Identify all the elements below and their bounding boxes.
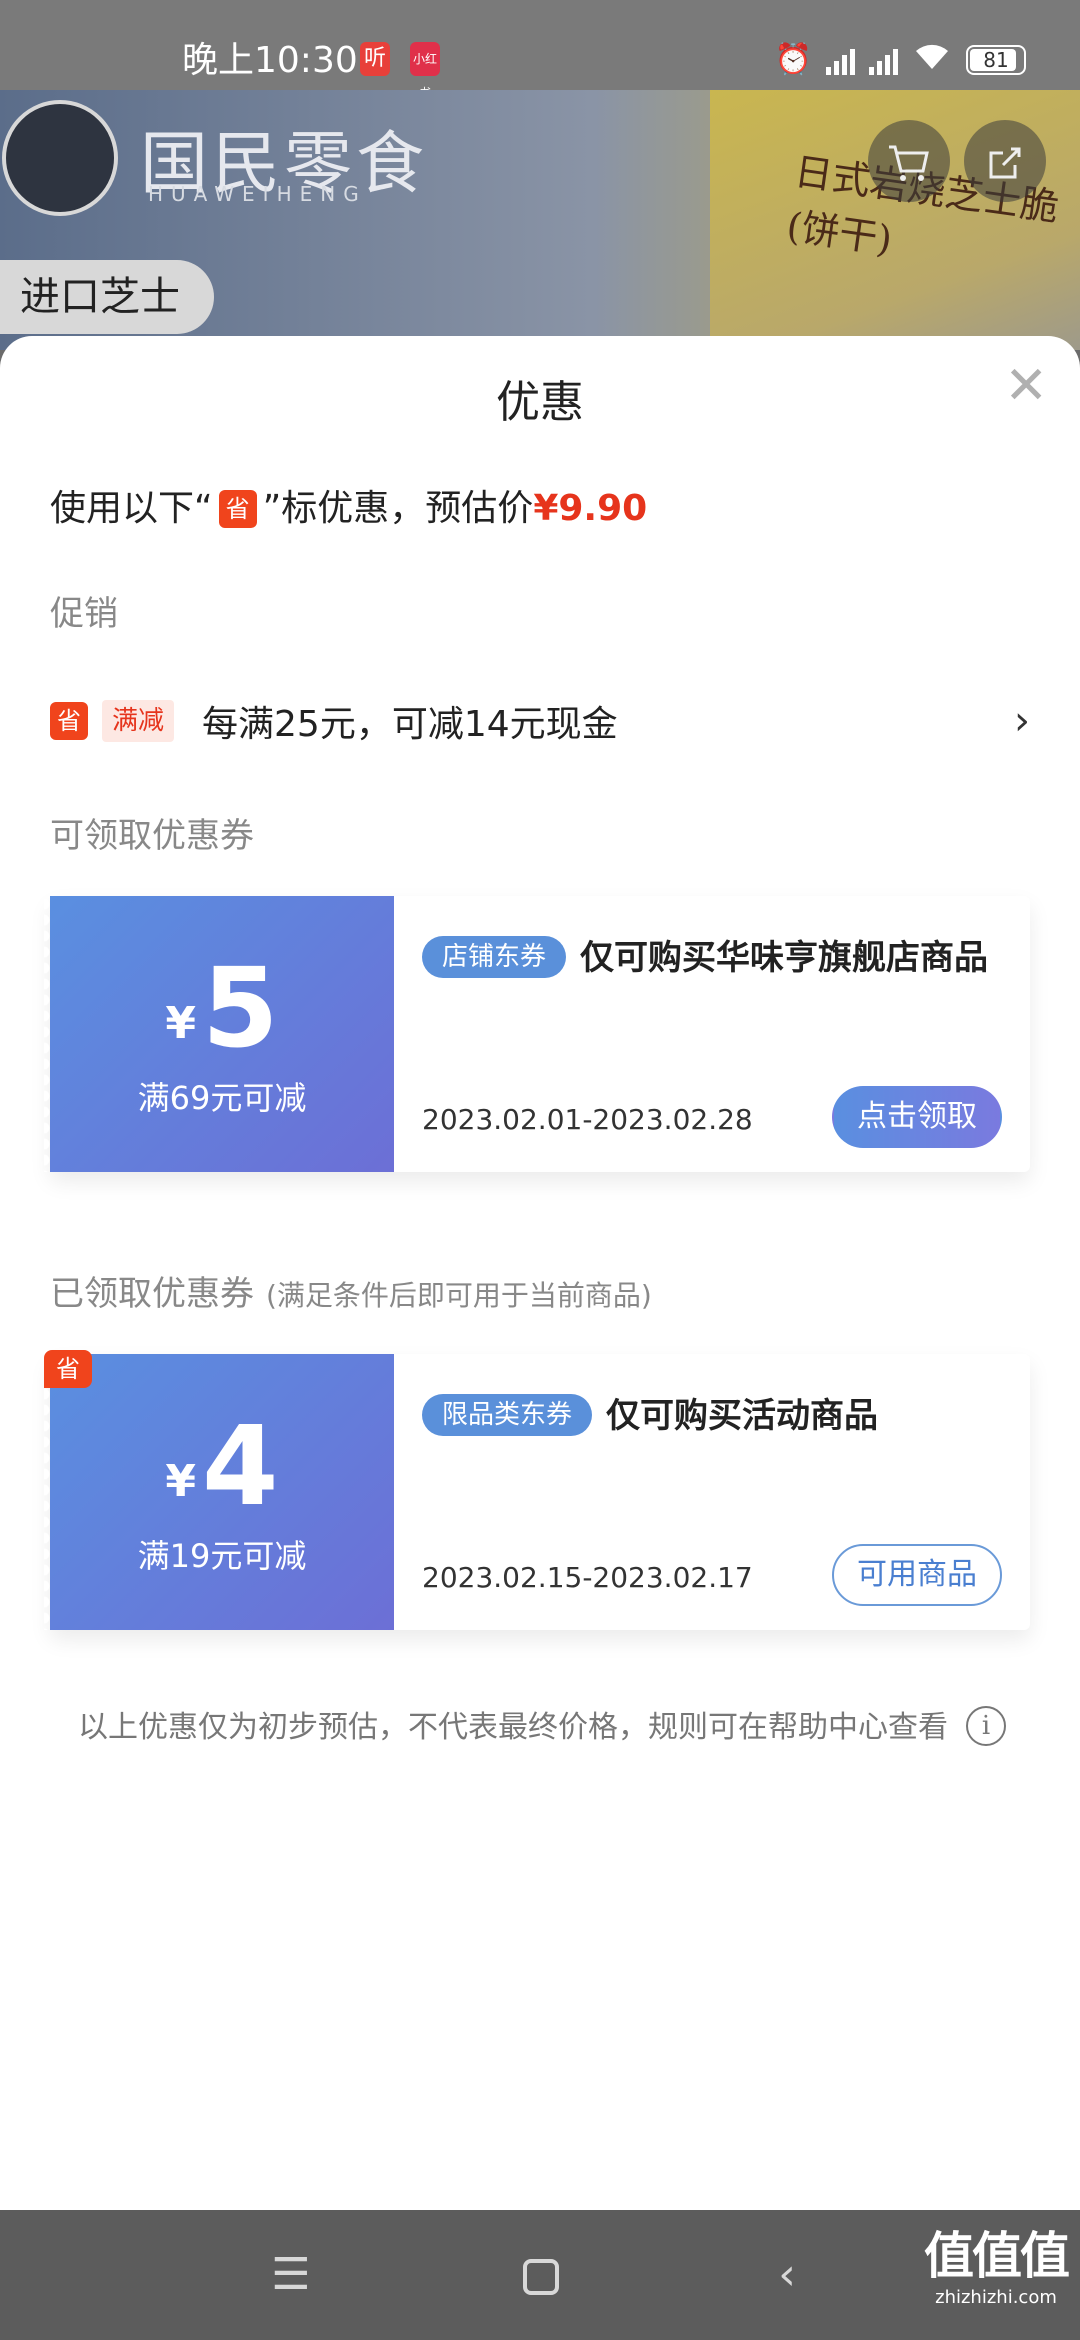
promo-tag: 满减 [102,700,175,742]
sheng-badge: 省 [50,702,88,740]
coupon-title-line: 限品类东券 仅可购买活动商品 [422,1390,1002,1442]
coupon-date: 2023.02.01-2023.02.28 [422,1103,753,1136]
cart-icon[interactable] [868,120,950,202]
brand-logo [2,100,118,216]
signal-icon-2 [869,45,898,75]
coupon-yen: ¥ [165,998,197,1049]
xiaohongshu-app-icon: 小红书 [410,42,440,100]
coupon-date: 2023.02.15-2023.02.17 [422,1561,753,1594]
available-coupons-label: 可领取优惠券 [50,816,254,856]
coupon-info: 店铺东券 仅可购买华味亨旗舰店商品 2023.02.01-2023.02.28 点… [394,896,1030,1172]
wifi-icon [912,39,952,82]
promo-section-label: 促销 [50,594,118,634]
coupon-title: 仅可购买活动商品 [606,1396,879,1436]
claim-coupon-button[interactable]: 点击领取 [832,1086,1002,1148]
coupon-value-panel: ¥4 满19元可减 [44,1354,394,1630]
back-icon[interactable]: ‹ [752,2240,822,2310]
watermark-logo: 值值值 [924,2227,1070,2285]
estimate-price: ¥9.90 [533,488,648,529]
estimate-prefix: 使用以下“ [50,488,213,529]
share-icon[interactable] [964,120,1046,202]
listen-app-icon: 听 [360,42,390,76]
menu-icon[interactable]: ☰ [256,2240,326,2310]
coupon-title: 仅可购买华味亨旗舰店商品 [580,938,989,978]
info-icon[interactable]: i [966,1706,1006,1746]
status-icons: ⏰ 81 [775,40,1026,80]
coupon-amount-value: 5 [202,944,279,1072]
product-banner: 国民零食 HUAWEIHENG 日式岩烧芝士脆(饼干) 进口芝士 [0,90,1080,350]
coupon-type-badge: 限品类东券 [422,1394,593,1436]
sheet-title: 优惠 [496,377,584,428]
received-coupons-hint: (满足条件后即可用于当前商品) [266,1279,652,1312]
sheng-corner-badge: 省 [44,1350,92,1388]
battery-level: 81 [983,48,1009,72]
received-coupon-card: 省 ¥4 满19元可减 限品类东券 仅可购买活动商品 2023.02.15-202… [44,1350,1030,1630]
promo-row[interactable]: 省 满减 每满25元，可减14元现金 › [50,691,1030,751]
coupon-type-badge: 店铺东券 [422,936,567,978]
home-icon[interactable] [506,2240,576,2310]
received-coupons-label: 已领取优惠券 (满足条件后即可用于当前商品) [50,1266,652,1315]
coupon-condition: 满69元可减 [137,1079,307,1117]
sheng-badge: 省 [218,490,257,528]
close-icon[interactable]: ✕ [1004,356,1048,416]
chevron-right-icon[interactable]: › [1014,691,1030,751]
brand-name-en: HUAWEIHENG [148,182,367,206]
discount-sheet: 优惠 ✕ 使用以下“ 省 ”标优惠，预估价 ¥9.90 促销 省 满减 每满25… [0,336,1080,2210]
alarm-icon: ⏰ [774,42,812,77]
status-time: 晚上10:30 [182,40,358,81]
coupon-amount: ¥4 [50,1406,394,1542]
navigation-bar: ☰ ‹ [0,2210,1080,2340]
estimate-middle: ”标优惠，预估价 [262,488,534,529]
coupon-info: 限品类东券 仅可购买活动商品 2023.02.15-2023.02.17 可用商品 [394,1354,1030,1630]
product-tag: 进口芝士 [0,260,214,334]
coupon-title-line: 店铺东券 仅可购买华味亨旗舰店商品 [422,932,1002,984]
received-coupons-title: 已领取优惠券 [50,1274,254,1314]
coupon-amount: ¥5 [50,948,394,1084]
signal-icon-1 [826,45,855,75]
coupon-amount-value: 4 [202,1402,279,1530]
footer-note: 以上优惠仅为初步预估，不代表最终价格，规则可在帮助中心查看 [78,1710,948,1745]
watermark: 值值值 zhizhizhi.com [924,2226,1070,2310]
available-coupon-card: ¥5 满69元可减 店铺东券 仅可购买华味亨旗舰店商品 2023.02.01-20… [44,896,1030,1172]
status-bar: 晚上10:30 听 小红书 ⏰ 81 [0,0,1080,100]
battery-icon: 81 [966,45,1026,75]
coupon-yen: ¥ [165,1456,197,1507]
watermark-url: zhizhizhi.com [935,2287,1057,2308]
coupon-condition: 满19元可减 [137,1537,307,1575]
coupon-value-panel: ¥5 满69元可减 [44,896,394,1172]
available-products-button[interactable]: 可用商品 [832,1544,1002,1606]
promo-text: 每满25元，可减14元现金 [202,704,618,745]
estimate-price-line: 使用以下“ 省 ”标优惠，预估价 ¥9.90 [50,484,647,534]
